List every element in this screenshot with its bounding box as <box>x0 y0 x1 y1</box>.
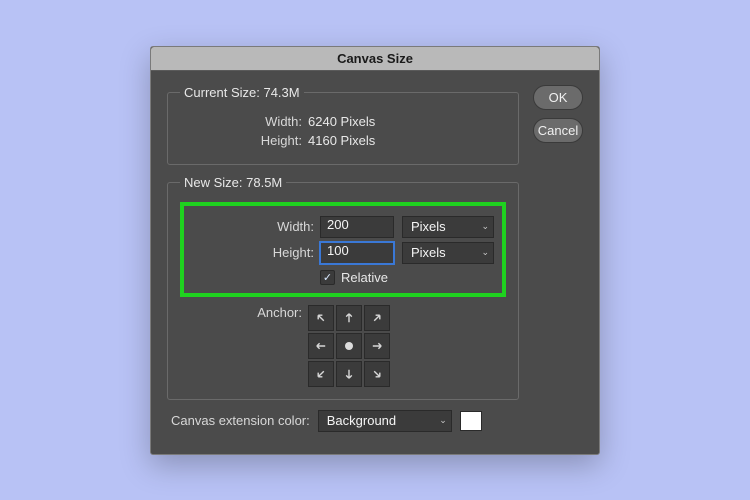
new-height-unit-select[interactable]: Pixels ⌄ <box>402 242 494 264</box>
anchor-n[interactable] <box>336 305 362 331</box>
dialog-button-column: OK Cancel <box>533 85 583 432</box>
new-height-label: Height: <box>192 245 320 260</box>
anchor-label: Anchor: <box>180 305 308 320</box>
new-width-unit-value: Pixels <box>411 219 446 234</box>
relative-label: Relative <box>341 270 388 285</box>
current-size-legend: Current Size: 74.3M <box>180 85 304 100</box>
chevron-down-icon: ⌄ <box>481 247 489 258</box>
current-height-value: 4160 Pixels <box>308 133 375 148</box>
annotation-highlight: Width: 200 Pixels ⌄ Height: 100 Pixels ⌄ <box>180 202 506 297</box>
anchor-s[interactable] <box>336 361 362 387</box>
cancel-button[interactable]: Cancel <box>533 118 583 143</box>
extension-color-value: Background <box>327 413 396 428</box>
anchor-nw[interactable] <box>308 305 334 331</box>
anchor-sw[interactable] <box>308 361 334 387</box>
extension-color-select[interactable]: Background ⌄ <box>318 410 452 432</box>
checkmark-icon: ✓ <box>323 271 332 284</box>
anchor-e[interactable] <box>364 333 390 359</box>
dialog-main-column: Current Size: 74.3M Width: 6240 Pixels H… <box>167 85 519 432</box>
dialog-body: Current Size: 74.3M Width: 6240 Pixels H… <box>151 71 599 454</box>
extension-color-label: Canvas extension color: <box>171 413 316 428</box>
anchor-grid <box>308 305 390 387</box>
anchor-se[interactable] <box>364 361 390 387</box>
new-height-unit-value: Pixels <box>411 245 446 260</box>
new-width-label: Width: <box>192 219 320 234</box>
new-width-unit-select[interactable]: Pixels ⌄ <box>402 216 494 238</box>
new-size-group: New Size: 78.5M Width: 200 Pixels ⌄ Heig… <box>167 175 519 400</box>
current-width-value: 6240 Pixels <box>308 114 375 129</box>
canvas-size-dialog: Canvas Size Current Size: 74.3M Width: 6… <box>150 46 600 455</box>
chevron-down-icon: ⌄ <box>439 415 447 426</box>
new-width-input[interactable]: 200 <box>320 216 394 238</box>
anchor-center-dot-icon <box>345 342 353 350</box>
relative-checkbox[interactable]: ✓ <box>320 270 335 285</box>
new-size-legend: New Size: 78.5M <box>180 175 286 190</box>
new-height-input[interactable]: 100 <box>320 242 394 264</box>
anchor-w[interactable] <box>308 333 334 359</box>
extension-color-swatch[interactable] <box>460 411 482 431</box>
ok-button[interactable]: OK <box>533 85 583 110</box>
anchor-center[interactable] <box>336 333 362 359</box>
current-width-label: Width: <box>180 114 308 129</box>
chevron-down-icon: ⌄ <box>481 221 489 232</box>
extension-color-row: Canvas extension color: Background ⌄ <box>167 410 519 432</box>
current-size-group: Current Size: 74.3M Width: 6240 Pixels H… <box>167 85 519 165</box>
dialog-title: Canvas Size <box>151 47 599 71</box>
anchor-ne[interactable] <box>364 305 390 331</box>
current-height-label: Height: <box>180 133 308 148</box>
